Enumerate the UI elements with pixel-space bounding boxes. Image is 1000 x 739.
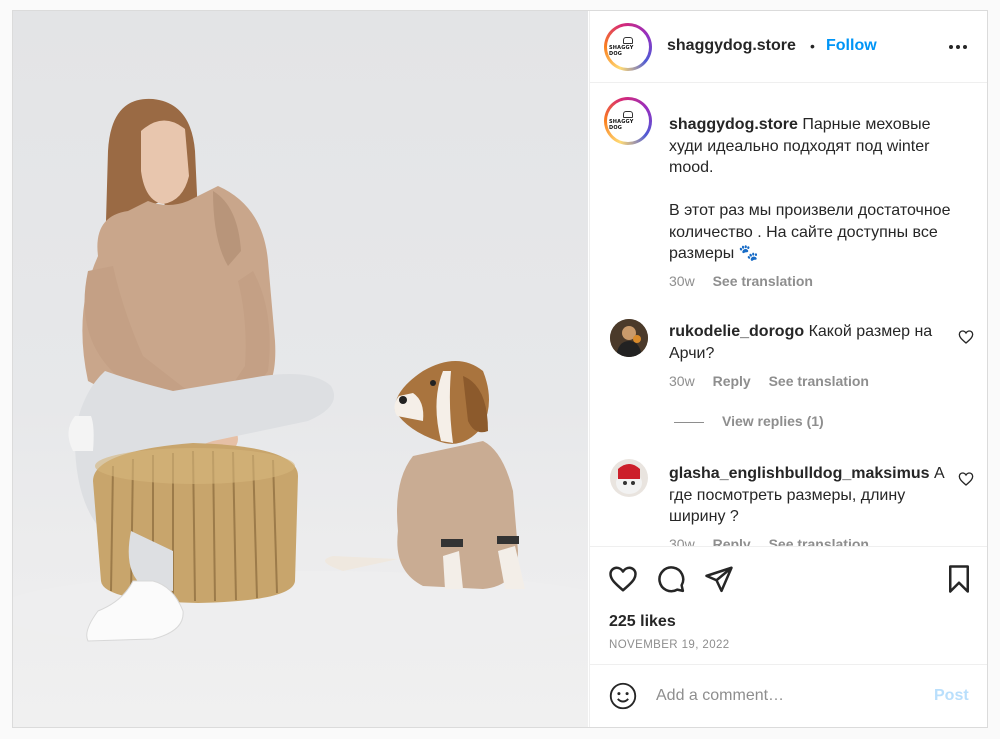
- comments-list[interactable]: SHAGGY DOG shaggydog.store Парные меховы…: [590, 83, 987, 546]
- comment-like-heart-icon[interactable]: [958, 329, 974, 345]
- heart-icon[interactable]: [608, 564, 638, 594]
- commenter-avatar[interactable]: [610, 319, 648, 357]
- action-bar: 225 likes NOVEMBER 19, 2022: [590, 546, 987, 664]
- commenter-photo: [610, 319, 648, 357]
- avatar-logo: SHAGGY DOG: [607, 100, 649, 142]
- dog-logo-icon: [623, 111, 633, 118]
- bookmark-icon[interactable]: [944, 564, 974, 594]
- add-comment-bar: Post: [590, 664, 987, 727]
- account-avatar[interactable]: SHAGGY DOG: [604, 23, 652, 71]
- separator-dot: •: [810, 38, 815, 54]
- account-username[interactable]: shaggydog.store: [667, 37, 796, 55]
- commenter-avatar[interactable]: [610, 459, 648, 497]
- paper-plane-icon[interactable]: [704, 564, 734, 594]
- logo-text: SHAGGY DOG: [609, 119, 634, 131]
- post-date: NOVEMBER 19, 2022: [609, 639, 730, 651]
- caption-avatar[interactable]: SHAGGY DOG: [604, 97, 652, 145]
- emoji-smile-icon[interactable]: [609, 682, 637, 710]
- post-header: SHAGGY DOG shaggydog.store • Follow: [590, 11, 987, 83]
- see-translation-link[interactable]: See translation: [769, 373, 869, 389]
- see-translation-link[interactable]: See translation: [713, 273, 813, 289]
- view-replies-label: View replies (1): [722, 413, 824, 429]
- see-translation-link[interactable]: See translation: [769, 536, 869, 546]
- comment-body: glasha_englishbulldog_maksimus А где пос…: [669, 463, 959, 528]
- comment-like-heart-icon[interactable]: [958, 471, 974, 487]
- dog-logo-icon: [623, 37, 633, 44]
- comment-age[interactable]: 30w: [669, 536, 695, 546]
- caption-username[interactable]: shaggydog.store: [669, 116, 798, 133]
- commenter-photo: [610, 459, 648, 497]
- post-photo[interactable]: [13, 11, 588, 727]
- comment-username[interactable]: glasha_englishbulldog_maksimus: [669, 465, 930, 482]
- comment-body: rukodelie_dorogo Какой размер на Арчи?: [669, 321, 959, 364]
- comment-bubble-icon[interactable]: [656, 564, 686, 594]
- comment-age[interactable]: 30w: [669, 373, 695, 389]
- photo-illustration: [13, 98, 588, 651]
- avatar-logo: SHAGGY DOG: [607, 26, 649, 68]
- reply-button[interactable]: Reply: [713, 373, 751, 389]
- comment-meta: 30w Reply See translation: [669, 536, 883, 546]
- caption-body: shaggydog.store Парные меховые худи идеа…: [669, 114, 959, 265]
- comment-meta: 30w Reply See translation: [669, 373, 883, 389]
- likes-count[interactable]: 225 likes: [609, 613, 676, 631]
- reply-button[interactable]: Reply: [713, 536, 751, 546]
- add-comment-input[interactable]: [656, 683, 916, 709]
- logo-text: SHAGGY DOG: [609, 45, 634, 57]
- instagram-post: SHAGGY DOG shaggydog.store • Follow SHAG…: [12, 10, 988, 728]
- caption-age[interactable]: 30w: [669, 273, 695, 289]
- comment-username[interactable]: rukodelie_dorogo: [669, 323, 804, 340]
- caption-text: Парные меховые худи идеально подходят по…: [669, 116, 951, 262]
- follow-button[interactable]: Follow: [826, 37, 877, 55]
- post-side-panel: SHAGGY DOG shaggydog.store • Follow SHAG…: [589, 11, 987, 727]
- view-replies-button[interactable]: View replies (1): [674, 413, 824, 429]
- replies-divider: [674, 421, 704, 423]
- caption-meta: 30w See translation: [669, 273, 827, 289]
- post-comment-button[interactable]: Post: [934, 687, 969, 705]
- more-horizontal-icon[interactable]: [946, 35, 970, 59]
